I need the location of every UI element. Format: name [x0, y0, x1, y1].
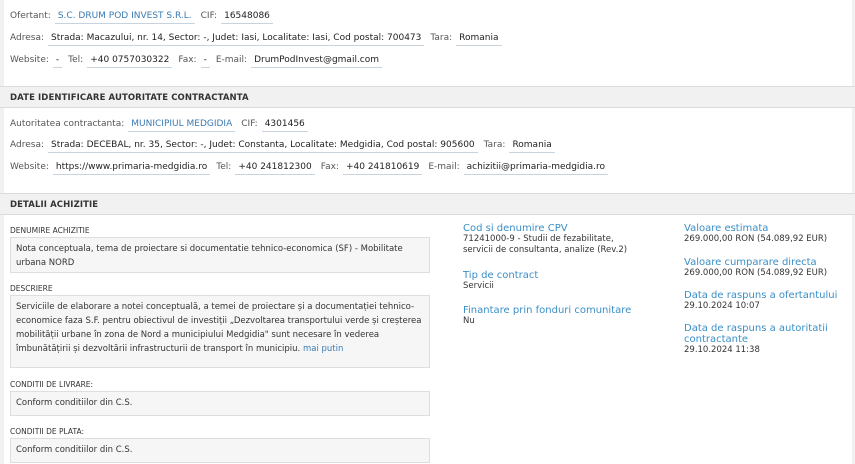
descriere-label: DESCRIERE: [10, 284, 53, 293]
tip-contract-value: Servicii: [463, 281, 494, 291]
ofertant-tara-label: Tara:: [430, 33, 453, 43]
tip-contract-block: Tip de contract Servicii: [463, 270, 643, 292]
ofertant-contact-row: Website: - Tel: +40 0757030322 Fax: - E-…: [10, 55, 388, 68]
raspuns-ofertant-value: 29.10.2024 10:07: [684, 301, 760, 311]
autoritate-cif-label: CIF:: [241, 119, 258, 129]
livrare-field: Conform conditiilor din C.S.: [10, 391, 430, 416]
autoritate-fax-label: Fax:: [320, 162, 339, 172]
ofertant-name-link[interactable]: S.C. DRUM POD INVEST S.R.L.: [54, 11, 195, 24]
plata-label: CONDITII DE PLATA:: [10, 427, 84, 436]
ofertant-tel-value: +40 0757030322: [87, 55, 173, 68]
ofertant-adresa-label: Adresa:: [10, 33, 44, 43]
tip-contract-label: Tip de contract: [463, 270, 539, 281]
livrare-label: CONDITII DE LIVRARE:: [10, 380, 94, 389]
valoare-estimata-label: Valoare estimata: [684, 223, 769, 234]
ofertant-address-row: Adresa: Strada: Macazului, nr. 14, Secto…: [10, 33, 508, 46]
autoritate-adresa-value: Strada: DECEBAL, nr. 35, Sector: -, Jude…: [48, 140, 478, 153]
autoritate-adresa-label: Adresa:: [10, 140, 44, 150]
ofertant-row: Ofertant: S.C. DRUM POD INVEST S.R.L. CI…: [10, 11, 279, 24]
denumire-field: Nota conceptuala, tema de proiectare si …: [10, 237, 430, 273]
valoare-estimata-value: 269.000,00 RON (54.089,92 EUR): [684, 234, 828, 244]
valoare-cumparare-value: 269.000,00 RON (54.089,92 EUR): [684, 268, 828, 278]
ofertant-label: Ofertant:: [10, 11, 51, 21]
ofertant-fax-value: -: [200, 55, 210, 68]
cpv-block: Cod si denumire CPV 71241000-9 - Studii …: [463, 223, 643, 256]
section-header-achizitie: DETALII ACHIZITIE: [0, 193, 855, 215]
section-title-achizitie: DETALII ACHIZITIE: [10, 200, 99, 210]
valoare-cumparare-label: Valoare cumparare directa: [684, 257, 817, 268]
finantare-value: Nu: [463, 316, 475, 326]
autoritate-tara-label: Tara:: [483, 140, 506, 150]
livrare-value: Conform conditiilor din C.S.: [16, 398, 133, 408]
raspuns-autoritate-label: Data de raspuns a autoritatii contractan…: [684, 323, 828, 345]
raspuns-autoritate-block: Data de raspuns a autoritatii contractan…: [684, 323, 844, 356]
mai-putin-link[interactable]: mai putin: [303, 344, 343, 354]
autoritate-name-link[interactable]: MUNICIPIUL MEDGIDIA: [128, 119, 236, 132]
valoare-cumparare-block: Valoare cumparare directa 269.000,00 RON…: [684, 257, 855, 279]
denumire-value: Nota conceptuala, tema de proiectare si …: [16, 244, 403, 268]
raspuns-ofertant-block: Data de raspuns a ofertantului 29.10.202…: [684, 290, 849, 312]
ofertant-cif-value: 16548086: [221, 11, 273, 24]
ofertant-fax-label: Fax:: [178, 55, 197, 65]
ofertant-adresa-value: Strada: Macazului, nr. 14, Sector: -, Ju…: [48, 33, 425, 46]
descriere-value: Serviciile de elaborare a notei conceptu…: [16, 302, 422, 354]
autoritate-tel-label: Tel:: [216, 162, 232, 172]
descriere-field: Serviciile de elaborare a notei conceptu…: [10, 295, 430, 368]
autoritate-tara-value: Romania: [509, 140, 555, 153]
cpv-value: 71241000-9 - Studii de fezabilitate, ser…: [463, 234, 628, 255]
ofertant-email-label: E-mail:: [215, 55, 248, 65]
ofertant-website-label: Website:: [10, 55, 49, 65]
raspuns-ofertant-label: Data de raspuns a ofertantului: [684, 290, 838, 301]
ofertant-email-value: DrumPodInvest@gmail.com: [251, 55, 383, 68]
autoritate-cif-value: 4301456: [261, 119, 308, 132]
ofertant-tara-value: Romania: [456, 33, 502, 46]
denumire-label: DENUMIRE ACHIZITIE: [10, 226, 90, 235]
plata-value: Conform conditiilor din C.S.: [16, 445, 133, 455]
autoritate-email-label: E-mail:: [428, 162, 460, 172]
autoritate-website-label: Website:: [10, 162, 49, 172]
autoritate-label: Autoritatea contractanta:: [10, 119, 125, 129]
autoritate-email-value: achizitii@primaria-medgidia.ro: [463, 162, 609, 175]
finantare-block: Finantare prin fonduri comunitare Nu: [463, 305, 663, 327]
section-header-autoritate: DATE IDENTIFICARE AUTORITATE CONTRACTANT…: [0, 86, 855, 108]
ofertant-website-value: -: [52, 55, 63, 68]
ofertant-cif-label: CIF:: [200, 11, 218, 21]
autoritate-contact-row: Website: https://www.primaria-medgidia.r…: [10, 162, 614, 175]
finantare-label: Finantare prin fonduri comunitare: [463, 305, 632, 316]
autoritate-tel-value: +40 241812300: [235, 162, 315, 175]
autoritate-address-row: Adresa: Strada: DECEBAL, nr. 35, Sector:…: [10, 140, 561, 153]
left-gutter: [0, 0, 4, 464]
section-title-autoritate: DATE IDENTIFICARE AUTORITATE CONTRACTANT…: [10, 93, 249, 103]
cpv-label: Cod si denumire CPV: [463, 223, 568, 234]
autoritate-row: Autoritatea contractanta: MUNICIPIUL MED…: [10, 119, 314, 132]
autoritate-fax-value: +40 241810619: [342, 162, 423, 175]
valoare-estimata-block: Valoare estimata 269.000,00 RON (54.089,…: [684, 223, 855, 245]
autoritate-website-value: https://www.primaria-medgidia.ro: [52, 162, 211, 175]
plata-field: Conform conditiilor din C.S.: [10, 438, 430, 463]
raspuns-autoritate-value: 29.10.2024 11:38: [684, 345, 760, 355]
ofertant-tel-label: Tel:: [68, 55, 84, 65]
